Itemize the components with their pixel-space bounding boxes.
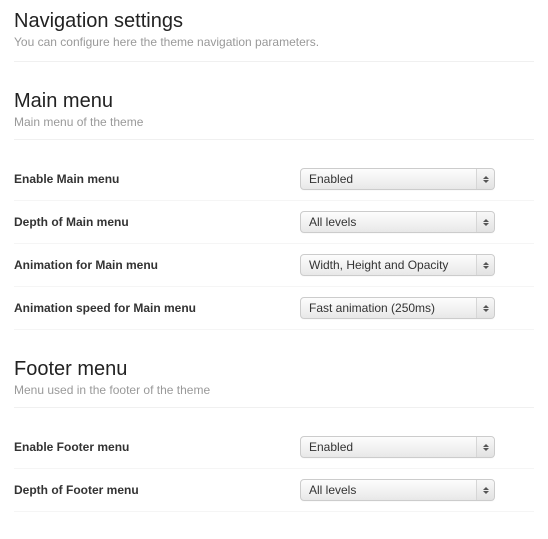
select-value: Enabled — [309, 172, 353, 186]
field-depth-footer-menu: Depth of Footer menu All levels — [14, 469, 534, 512]
field-depth-main-menu: Depth of Main menu All levels — [14, 201, 534, 244]
updown-icon — [476, 437, 494, 457]
select-enable-main-menu[interactable]: Enabled — [300, 168, 495, 190]
updown-icon — [476, 212, 494, 232]
group-header-footer-menu: Footer menu Menu used in the footer of t… — [14, 358, 534, 408]
group-header-main-menu: Main menu Main menu of the theme — [14, 90, 534, 140]
field-label: Enable Footer menu — [14, 440, 300, 454]
field-label: Depth of Main menu — [14, 215, 300, 229]
field-animation-main-menu: Animation for Main menu Width, Height an… — [14, 244, 534, 287]
select-value: All levels — [309, 215, 356, 229]
group-description-main-menu: Main menu of the theme — [14, 115, 534, 129]
select-value: Width, Height and Opacity — [309, 258, 448, 272]
select-animation-speed-main-menu[interactable]: Fast animation (250ms) — [300, 297, 495, 319]
field-label: Enable Main menu — [14, 172, 300, 186]
updown-icon — [476, 298, 494, 318]
updown-icon — [476, 480, 494, 500]
updown-icon — [476, 169, 494, 189]
group-title-footer-menu: Footer menu — [14, 358, 534, 381]
page-header: Navigation settings You can configure he… — [14, 10, 534, 62]
field-label: Depth of Footer menu — [14, 483, 300, 497]
select-value: All levels — [309, 483, 356, 497]
select-depth-footer-menu[interactable]: All levels — [300, 479, 495, 501]
field-label: Animation speed for Main menu — [14, 301, 300, 315]
select-enable-footer-menu[interactable]: Enabled — [300, 436, 495, 458]
field-enable-footer-menu: Enable Footer menu Enabled — [14, 426, 534, 469]
field-label: Animation for Main menu — [14, 258, 300, 272]
select-animation-main-menu[interactable]: Width, Height and Opacity — [300, 254, 495, 276]
group-title-main-menu: Main menu — [14, 90, 534, 113]
updown-icon — [476, 255, 494, 275]
select-depth-main-menu[interactable]: All levels — [300, 211, 495, 233]
select-value: Enabled — [309, 440, 353, 454]
group-description-footer-menu: Menu used in the footer of the theme — [14, 383, 534, 397]
page-title: Navigation settings — [14, 10, 534, 33]
select-value: Fast animation (250ms) — [309, 301, 435, 315]
field-animation-speed-main-menu: Animation speed for Main menu Fast anima… — [14, 287, 534, 330]
field-enable-main-menu: Enable Main menu Enabled — [14, 158, 534, 201]
page-description: You can configure here the theme navigat… — [14, 35, 534, 49]
